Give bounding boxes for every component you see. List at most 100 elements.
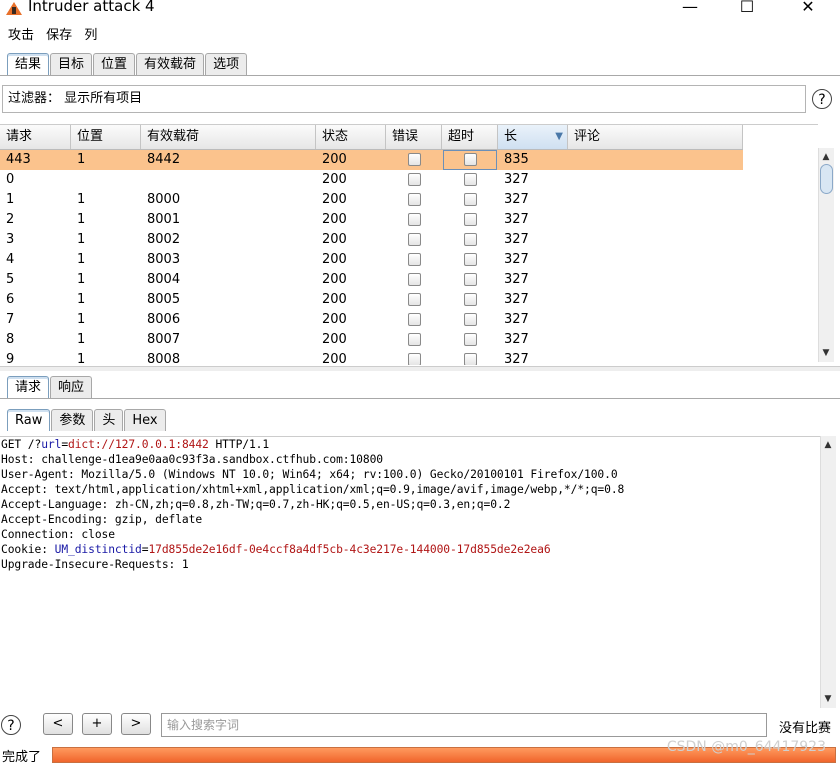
prev-match-button[interactable]: < <box>43 713 73 735</box>
menu-save[interactable]: 保存 <box>38 26 72 46</box>
cell-payload: 8001 <box>147 212 181 227</box>
cell-len: 327 <box>504 192 529 207</box>
cell-status: 200 <box>322 212 347 227</box>
cell-payload: 8006 <box>147 312 181 327</box>
pane-splitter[interactable] <box>0 366 840 371</box>
maximize-button[interactable]: ☐ <box>727 0 767 17</box>
timeout-checkbox <box>464 213 477 226</box>
col-error[interactable]: 错误 <box>386 125 442 149</box>
col-length[interactable]: 长 ▼ <box>498 125 568 149</box>
table-header: 请求 位置 有效载荷 状态 错误 超时 长 ▼ 评论 <box>0 125 743 150</box>
tab-target[interactable]: 目标 <box>50 53 93 75</box>
header-accept-language: Accept-Language: zh-CN,zh;q=0.8,zh-TW;q=… <box>1 498 511 511</box>
table-row[interactable]: 8 1 8007 200 327 <box>0 330 743 350</box>
close-button[interactable]: ✕ <box>788 0 828 17</box>
error-checkbox <box>408 213 421 226</box>
cell-status: 200 <box>322 252 347 267</box>
table-row[interactable]: 6 1 8005 200 327 <box>0 290 743 310</box>
cell-status: 200 <box>322 192 347 207</box>
table-row[interactable]: 1 1 8000 200 327 <box>0 190 743 210</box>
timeout-checkbox <box>464 193 477 206</box>
results-table: 请求 位置 有效载荷 状态 错误 超时 长 ▼ 评论 443 1 8442 200 83… <box>0 124 818 365</box>
request-line: GET /?url=dict://127.0.0.1:8442 HTTP/1.1 <box>1 438 270 451</box>
timeout-checkbox <box>464 173 477 186</box>
cell-payload: 8000 <box>147 192 181 207</box>
cell-req: 6 <box>6 292 15 307</box>
tab-response[interactable]: 响应 <box>50 376 93 398</box>
cell-pos: 1 <box>77 192 86 207</box>
header-connection: Connection: close <box>1 528 115 541</box>
cell-len: 327 <box>504 172 529 187</box>
tab-headers[interactable]: 头 <box>94 409 124 431</box>
sort-desc-icon: ▼ <box>555 131 563 142</box>
cell-status: 200 <box>322 292 347 307</box>
tab-hex[interactable]: Hex <box>124 409 166 431</box>
table-row[interactable]: 443 1 8442 200 835 <box>0 150 743 170</box>
tab-results[interactable]: 结果 <box>7 53 50 75</box>
cell-status: 200 <box>322 312 347 327</box>
col-request[interactable]: 请求 <box>0 125 71 149</box>
table-row[interactable]: 0 200 327 <box>0 170 743 190</box>
tab-params[interactable]: 参数 <box>51 409 94 431</box>
col-timeout[interactable]: 超时 <box>442 125 498 149</box>
search-input[interactable]: 输入搜索字词 <box>161 713 767 737</box>
editor-scroll-down-icon[interactable]: ▼ <box>821 692 835 706</box>
cell-req: 5 <box>6 272 15 287</box>
col-position[interactable]: 位置 <box>71 125 141 149</box>
cell-payload: 8008 <box>147 352 181 365</box>
col-comment[interactable]: 评论 <box>568 125 743 149</box>
editor-scroll-up-icon[interactable]: ▲ <box>821 438 835 452</box>
minimize-button[interactable]: — <box>670 0 710 17</box>
tab-request[interactable]: 请求 <box>7 376 50 398</box>
filter-bar[interactable]: 过滤器： 显示所有项目 <box>2 85 806 113</box>
cell-pos: 1 <box>77 232 86 247</box>
cell-req: 0 <box>6 172 15 187</box>
editor-scrollbar[interactable]: ▲ ▼ <box>820 436 836 708</box>
main-tabs: 结果 目标 位置 有效载荷 选项 <box>7 53 248 75</box>
error-checkbox <box>408 233 421 246</box>
col-status[interactable]: 状态 <box>316 125 386 149</box>
detail-tabs: 请求 响应 <box>7 376 93 398</box>
error-checkbox <box>408 293 421 306</box>
request-editor[interactable]: GET /?url=dict://127.0.0.1:8442 HTTP/1.1… <box>0 436 820 709</box>
timeout-checkbox <box>464 273 477 286</box>
table-scrollbar[interactable]: ▲ ▼ <box>818 148 834 362</box>
table-row[interactable]: 4 1 8003 200 327 <box>0 250 743 270</box>
tab-raw[interactable]: Raw <box>7 409 51 431</box>
scroll-down-icon[interactable]: ▼ <box>819 346 833 360</box>
header-user-agent: User-Agent: Mozilla/5.0 (Windows NT 10.0… <box>1 468 618 481</box>
cell-pos: 1 <box>77 312 86 327</box>
detail-tab-divider <box>0 398 840 399</box>
scroll-thumb[interactable] <box>820 164 833 194</box>
table-row[interactable]: 5 1 8004 200 327 <box>0 270 743 290</box>
header-accept-encoding: Accept-Encoding: gzip, deflate <box>1 513 203 526</box>
cell-pos: 1 <box>77 352 86 365</box>
cell-pos: 1 <box>77 292 86 307</box>
tab-positions[interactable]: 位置 <box>93 53 136 75</box>
cell-len: 327 <box>504 352 529 365</box>
cell-payload: 8003 <box>147 252 181 267</box>
title-bar: Intruder attack 4 — ☐ ✕ <box>0 0 840 24</box>
next-match-button[interactable]: > <box>121 713 151 735</box>
search-help-icon[interactable]: ? <box>1 715 21 735</box>
cell-len: 327 <box>504 252 529 267</box>
table-row[interactable]: 2 1 8001 200 327 <box>0 210 743 230</box>
cell-len: 327 <box>504 292 529 307</box>
tab-payloads[interactable]: 有效载荷 <box>136 53 205 75</box>
cell-req: 9 <box>6 352 15 365</box>
focused-cell <box>443 150 497 170</box>
window-title: Intruder attack 4 <box>28 0 155 15</box>
add-button[interactable]: + <box>82 713 112 735</box>
burp-logo-icon <box>6 2 22 15</box>
menu-columns[interactable]: 列 <box>76 26 97 46</box>
tab-options[interactable]: 选项 <box>205 53 248 75</box>
timeout-checkbox <box>464 313 477 326</box>
help-icon[interactable]: ? <box>812 89 832 109</box>
col-payload[interactable]: 有效载荷 <box>141 125 316 149</box>
scroll-up-icon[interactable]: ▲ <box>819 150 833 164</box>
table-row[interactable]: 7 1 8006 200 327 <box>0 310 743 330</box>
menu-attack[interactable]: 攻击 <box>0 26 34 46</box>
table-row[interactable]: 9 1 8008 200 327 <box>0 350 743 365</box>
error-checkbox <box>408 173 421 186</box>
table-row[interactable]: 3 1 8002 200 327 <box>0 230 743 250</box>
